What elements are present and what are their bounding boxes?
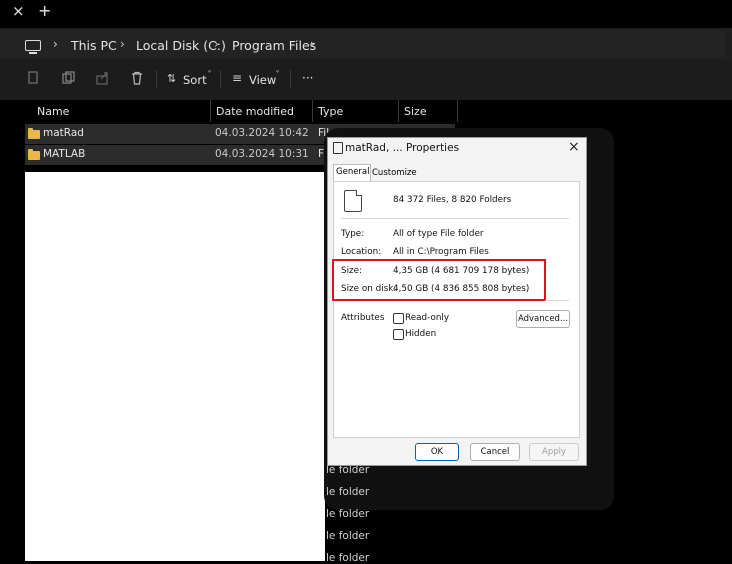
close-icon[interactable]: × [568,139,580,155]
tab-strip [0,0,732,28]
column-divider[interactable] [398,100,399,122]
highlight-annotation [332,259,546,301]
breadcrumb-local-disk[interactable]: Local Disk (C:) [136,38,226,53]
advanced-button[interactable]: Advanced... [516,310,570,328]
new-tab-icon[interactable]: + [38,1,51,20]
sort-button[interactable]: Sort [183,73,207,87]
share-icon[interactable] [96,71,110,85]
row-name: MATLAB [43,148,86,160]
row-type: le folder [326,486,370,498]
more-options-button[interactable]: ··· [302,71,313,85]
column-header-date-modified[interactable]: Date modified [216,105,294,118]
divider [341,218,569,219]
folder-icon [28,128,40,139]
location-value: All in C:\Program Files [393,247,489,257]
cancel-button[interactable]: Cancel [470,443,520,461]
view-icon: ≡ [232,71,243,85]
column-header-name[interactable]: Name [37,105,69,118]
divider [545,300,569,301]
folder-icon [28,149,40,160]
files-icon [344,190,362,212]
readonly-label[interactable]: Read-only [405,313,449,323]
ok-button[interactable]: OK [415,443,459,461]
apply-button[interactable]: Apply [529,443,579,461]
document-icon [333,142,343,154]
copy-icon[interactable] [62,71,76,85]
file-count: 84 372 Files, 8 820 Folders [393,195,512,205]
column-divider[interactable] [457,100,458,122]
row-name: matRad [43,127,84,139]
type-label: Type: [341,229,365,239]
column-divider[interactable] [210,100,211,122]
tab-general-label[interactable]: General [336,167,370,177]
breadcrumb-this-pc[interactable]: This PC [71,38,117,53]
breadcrumb-program-files[interactable]: Program Files [232,38,316,53]
row-date: 04.03.2024 10:31 [215,148,309,160]
close-tab-icon[interactable]: × [12,2,25,20]
delete-icon[interactable] [130,71,144,85]
readonly-checkbox[interactable] [393,313,404,324]
chevron-down-icon: ˅ [207,70,212,81]
dialog-title: matRad, ... Properties [345,142,460,154]
view-button[interactable]: View [249,73,276,87]
chevron-right-icon: › [53,37,58,51]
hidden-checkbox[interactable] [393,329,404,340]
toolbar-divider [290,70,291,88]
row-type: le folder [326,552,370,564]
file-list-empty-area[interactable] [25,172,325,561]
chevron-right-icon[interactable]: › [120,37,125,51]
chevron-down-icon: ˅ [275,70,280,81]
sort-icon: ⇅ [167,72,177,85]
type-value: All of type File folder [393,229,484,239]
toolbar-divider [220,70,221,88]
column-header-size[interactable]: Size [404,105,427,118]
attributes-label: Attributes [341,313,385,323]
location-label: Location: [341,247,382,257]
chevron-right-icon[interactable]: › [214,37,219,51]
hidden-label[interactable]: Hidden [405,329,436,339]
tab-customize[interactable]: Customize [372,168,417,178]
chevron-right-icon[interactable]: › [310,37,315,51]
toolbar-divider [156,70,157,88]
row-type: le folder [326,530,370,542]
column-header-type[interactable]: Type [318,105,343,118]
row-type: le folder [326,508,370,520]
monitor-icon [25,40,41,54]
row-date: 04.03.2024 10:42 [215,127,309,139]
cut-icon[interactable] [28,71,42,85]
column-divider[interactable] [312,100,313,122]
